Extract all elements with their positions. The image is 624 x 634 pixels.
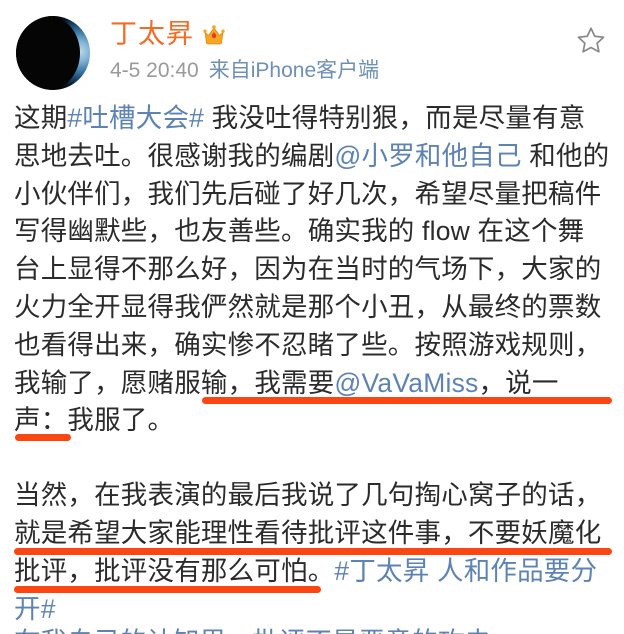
author-name-row: 丁太昇 (110, 20, 379, 48)
hashtag-link-tucaodahui[interactable]: #吐槽大会# (67, 103, 204, 133)
post-header: 丁太昇 4-5 20:40 来自iPhone客户端 (0, 0, 624, 96)
highlight-underline-1 (202, 397, 612, 404)
post-meta: 4-5 20:40 来自iPhone客户端 (110, 59, 379, 82)
post-paragraph-1: 这期#吐槽大会# 我没吐得特别狠，而是尽量有意思地去吐。很感谢我的编剧@小罗和他… (14, 100, 610, 440)
post-source-link[interactable]: 来自iPhone客户端 (209, 59, 379, 82)
highlight-underline-3 (14, 548, 612, 555)
author-name[interactable]: 丁太昇 (110, 20, 194, 49)
paragraph1-text-3: 和他的小伙伴们，我们先后碰了好几次，希望尽量把稿件写得幽默些，也友善些。确实我的… (14, 140, 610, 398)
author-info: 丁太昇 4-5 20:40 来自iPhone客户端 (110, 14, 379, 83)
post-timestamp: 4-5 20:40 (110, 59, 199, 83)
crown-icon[interactable] (202, 23, 226, 47)
clipped-next-line: 在我自己的认知里，批评不是恶意的攻击， (14, 624, 610, 634)
highlight-underline-2 (15, 434, 71, 441)
paragraph2-text-1: 当然，在我表演的最后我说了几句掏心窝子的话， (14, 480, 602, 511)
paragraph1-text-1: 这期 (14, 103, 68, 133)
weibo-post-card: 丁太昇 4-5 20:40 来自iPhone客户端 这期#吐槽大会# 我没吐得特… (0, 0, 624, 634)
clipped-next-line-text: 在我自己的认知里，批评不是恶意的攻击， (14, 627, 518, 634)
mention-link-vavamiss[interactable]: @VaVaMiss (334, 368, 478, 398)
mention-link-xiaoluo[interactable]: @小罗和他自己 (334, 141, 521, 171)
highlight-underline-4 (14, 586, 321, 593)
earth-avatar[interactable] (16, 16, 90, 90)
paragraph1-highlight-1: 我需要 (254, 367, 335, 398)
star-outline-icon[interactable] (576, 25, 606, 55)
